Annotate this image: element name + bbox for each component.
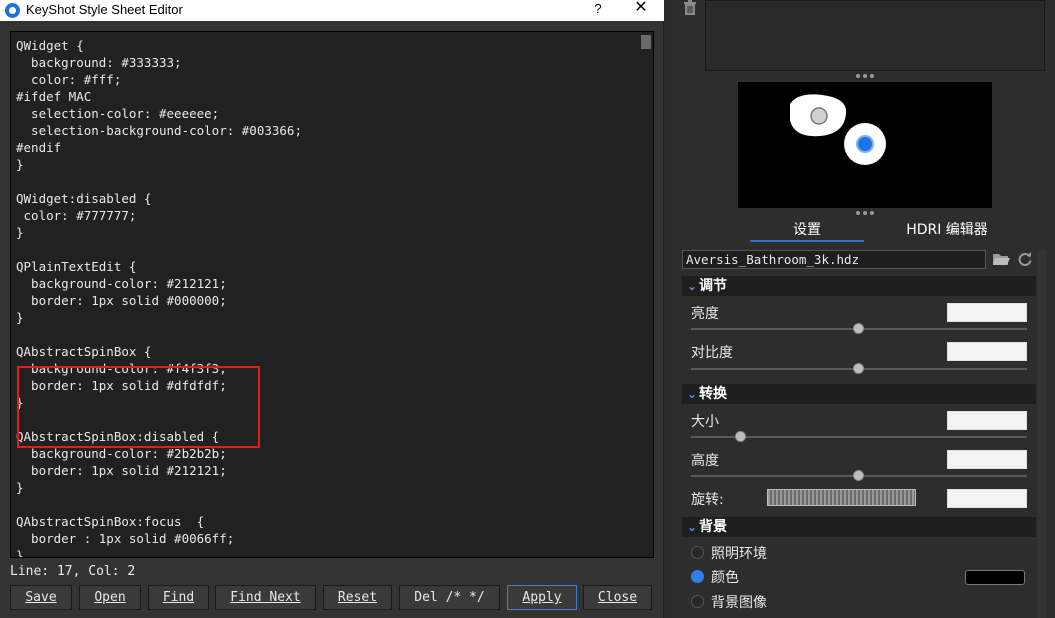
tab-hdri-editor[interactable]: HDRI 编辑器	[872, 218, 1022, 242]
size-slider-handle[interactable]	[735, 431, 747, 442]
reset-button[interactable]: Reset	[323, 585, 392, 610]
contrast-spinbox[interactable]: 0	[947, 342, 1027, 361]
color-label: 颜色	[711, 570, 739, 586]
refresh-icon[interactable]	[1017, 251, 1033, 267]
find-button[interactable]: Find	[148, 585, 209, 610]
cursor-position-status: Line: 17, Col: 2	[10, 564, 136, 579]
background-image-label: 背景图像	[711, 595, 767, 611]
background-image-radio[interactable]	[691, 595, 704, 608]
section-background-header[interactable]: ⌄ 背景	[682, 517, 1036, 537]
chevron-down-icon: ⌄	[687, 520, 698, 534]
environment-file-field[interactable]: Aversis_Bathroom_3k.hdz	[682, 250, 986, 269]
keyshot-logo-icon	[5, 3, 20, 18]
close-window-button[interactable]: ✕	[630, 0, 652, 20]
size-spinbox[interactable]: 15000毫米	[947, 411, 1027, 430]
section-transform-label: 转换	[699, 386, 727, 402]
apply-button[interactable]: Apply	[507, 585, 577, 610]
lighting-environment-label: 照明环境	[711, 546, 767, 562]
contrast-slider-handle[interactable]	[853, 363, 864, 374]
environment-list-area[interactable]	[705, 0, 1045, 71]
resize-handle-dots-icon[interactable]	[856, 211, 874, 215]
tab-settings[interactable]: 设置	[750, 218, 864, 242]
brightness-spinbox[interactable]: 1	[947, 303, 1027, 322]
rotation-dial-strip[interactable]	[767, 489, 916, 506]
section-transform-header[interactable]: ⌄ 转换	[682, 384, 1036, 404]
hdri-preview-image[interactable]	[738, 82, 992, 208]
window-title: KeyShot Style Sheet Editor	[26, 2, 183, 17]
style-sheet-editor-dialog: KeyShot Style Sheet Editor ? ✕ QWidget {…	[0, 0, 664, 618]
scrollbar-thumb[interactable]	[641, 35, 651, 49]
brightness-label: 亮度	[691, 306, 719, 322]
environment-panel: 设置 HDRI 编辑器 Aversis_Bathroom_3k.hdz ⌄ 调节…	[672, 0, 1055, 618]
rotation-label: 旋转:	[691, 492, 724, 508]
title-bar: KeyShot Style Sheet Editor ? ✕	[0, 0, 664, 21]
height-label: 高度	[691, 453, 719, 469]
section-adjust-header[interactable]: ⌄ 调节	[682, 276, 1036, 296]
panel-scrollbar[interactable]	[1037, 250, 1047, 618]
rotation-spinbox[interactable]: 0°	[947, 489, 1027, 508]
stylesheet-code-editor[interactable]: QWidget { background: #333333; color: #f…	[10, 31, 654, 558]
height-slider-handle[interactable]	[853, 470, 864, 481]
color-radio[interactable]	[691, 570, 704, 583]
section-background-label: 背景	[699, 519, 727, 535]
help-button[interactable]: ?	[588, 0, 608, 20]
code-text[interactable]: QWidget { background: #333333; color: #f…	[16, 37, 636, 557]
chevron-down-icon: ⌄	[687, 387, 698, 401]
close-button[interactable]: Close	[583, 585, 652, 610]
lighting-environment-radio[interactable]	[691, 546, 704, 559]
contrast-label: 对比度	[691, 345, 733, 361]
find-next-button[interactable]: Find Next	[215, 585, 316, 610]
trash-icon[interactable]	[682, 0, 698, 16]
resize-handle-dots-icon[interactable]	[856, 74, 874, 78]
brightness-slider-handle[interactable]	[853, 323, 864, 334]
save-button[interactable]: Save	[10, 585, 72, 610]
folder-icon[interactable]	[992, 251, 1010, 267]
chevron-down-icon: ⌄	[687, 279, 698, 293]
vertical-scrollbar[interactable]	[638, 32, 653, 557]
section-adjust-label: 调节	[699, 278, 727, 294]
delete-comment-button[interactable]: Del /* */	[399, 585, 500, 610]
size-label: 大小	[691, 414, 719, 430]
background-color-swatch[interactable]	[965, 570, 1025, 585]
height-spinbox[interactable]: 0	[947, 450, 1027, 469]
panel-tabs: 设置 HDRI 编辑器	[750, 218, 1040, 244]
open-button[interactable]: Open	[79, 585, 141, 610]
